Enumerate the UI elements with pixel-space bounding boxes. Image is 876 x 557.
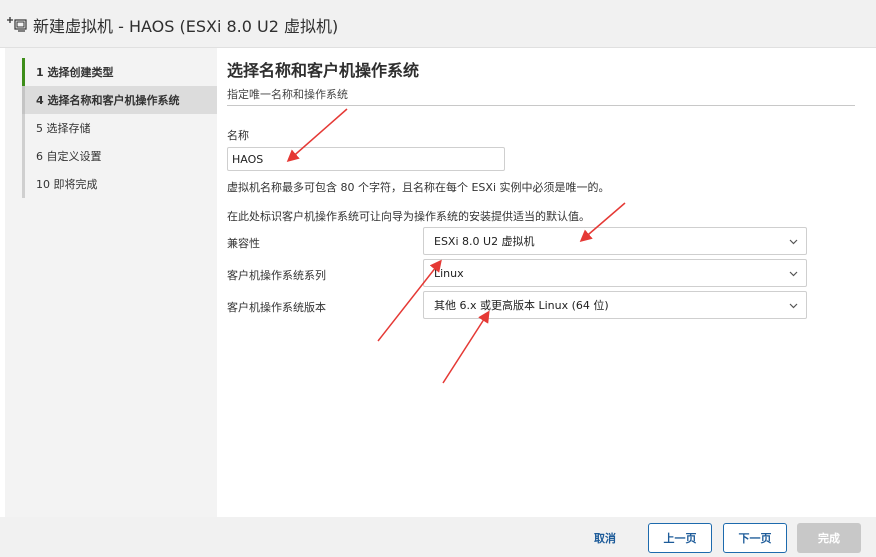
chevron-down-icon <box>789 239 798 245</box>
os-version-select[interactable]: 其他 6.x 或更高版本 Linux (64 位) <box>423 291 807 319</box>
step-select-storage[interactable]: 5 选择存储 <box>22 114 217 142</box>
page-subtitle: 指定唯一名称和操作系统 <box>227 88 348 101</box>
main-panel: 选择名称和客户机操作系统 指定唯一名称和操作系统 名称 虚拟机名称最多可包含 8… <box>217 48 876 517</box>
steps-list: 1 选择创建类型 4 选择名称和客户机操作系统 5 选择存储 6 自定义设置 1… <box>22 58 217 198</box>
os-version-label: 客户机操作系统版本 <box>227 301 326 314</box>
finish-button[interactable]: 完成 <box>797 523 861 553</box>
step-select-name-os[interactable]: 4 选择名称和客户机操作系统 <box>22 86 217 114</box>
page-title: 选择名称和客户机操作系统 <box>227 61 420 80</box>
os-family-label: 客户机操作系统系列 <box>227 269 326 282</box>
step-select-creation-type[interactable]: 1 选择创建类型 <box>22 58 217 86</box>
cancel-button[interactable]: 取消 <box>581 523 629 553</box>
step-ready-to-complete[interactable]: 10 即将完成 <box>22 170 217 198</box>
previous-button[interactable]: 上一页 <box>648 523 712 553</box>
name-hint: 虚拟机名称最多可包含 80 个字符，且名称在每个 ESXi 实例中必须是唯一的。 <box>227 181 610 194</box>
compatibility-value: ESXi 8.0 U2 虚拟机 <box>434 235 535 248</box>
window-title: 新建虚拟机 - HAOS (ESXi 8.0 U2 虚拟机) <box>33 17 339 36</box>
next-button[interactable]: 下一页 <box>723 523 787 553</box>
vm-name-input[interactable] <box>227 147 505 171</box>
divider <box>227 105 855 106</box>
compatibility-select[interactable]: ESXi 8.0 U2 虚拟机 <box>423 227 807 255</box>
chevron-down-icon <box>789 271 798 277</box>
compatibility-label: 兼容性 <box>227 237 260 250</box>
os-version-value: 其他 6.x 或更高版本 Linux (64 位) <box>434 299 609 312</box>
chevron-down-icon <box>789 303 798 309</box>
step-customize-settings[interactable]: 6 自定义设置 <box>22 142 217 170</box>
os-hint: 在此处标识客户机操作系统可让向导为操作系统的安装提供适当的默认值。 <box>227 210 590 223</box>
os-family-value: Linux <box>434 266 464 280</box>
wizard-footer: 取消 上一页 下一页 完成 <box>0 517 876 557</box>
os-family-select[interactable]: Linux <box>423 259 807 287</box>
wizard-steps-sidebar: 1 选择创建类型 4 选择名称和客户机操作系统 5 选择存储 6 自定义设置 1… <box>5 48 217 517</box>
name-label: 名称 <box>227 129 249 142</box>
title-bar: 新建虚拟机 - HAOS (ESXi 8.0 U2 虚拟机) <box>0 0 876 48</box>
new-vm-icon <box>7 17 27 32</box>
